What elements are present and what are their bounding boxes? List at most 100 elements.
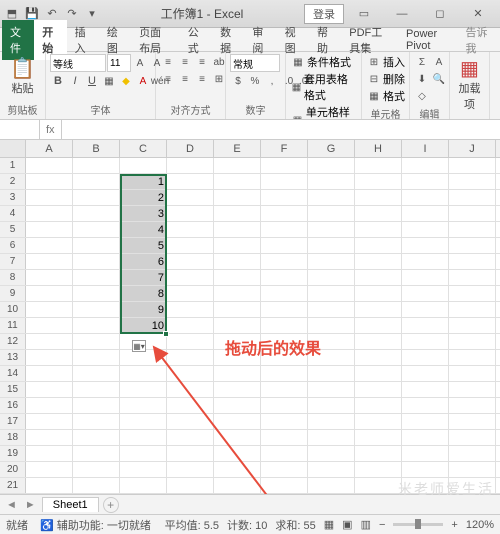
cell[interactable] (26, 446, 73, 461)
cell[interactable] (261, 270, 308, 285)
cell[interactable] (308, 222, 355, 237)
format-cells-button[interactable]: ▦格式 (366, 88, 405, 104)
cell[interactable] (261, 302, 308, 317)
row-header[interactable]: 19 (0, 446, 26, 461)
cell[interactable] (308, 366, 355, 381)
bold-icon[interactable]: B (50, 73, 66, 89)
cell[interactable] (214, 286, 261, 301)
cell[interactable] (449, 254, 496, 269)
cell[interactable] (26, 302, 73, 317)
cell[interactable] (73, 334, 120, 349)
cell[interactable] (261, 334, 308, 349)
italic-icon[interactable]: I (67, 73, 83, 89)
row-header[interactable]: 18 (0, 430, 26, 445)
cell[interactable] (167, 462, 214, 477)
cell[interactable] (73, 190, 120, 205)
cell[interactable] (308, 286, 355, 301)
cell[interactable] (73, 270, 120, 285)
cell[interactable]: 9 (120, 302, 167, 317)
number-format-select[interactable]: 常规 (230, 54, 280, 72)
align-left-icon[interactable]: ≡ (160, 71, 176, 87)
cell[interactable] (355, 414, 402, 429)
cell[interactable] (261, 254, 308, 269)
cell[interactable] (261, 430, 308, 445)
cell[interactable] (449, 414, 496, 429)
cell[interactable] (214, 414, 261, 429)
cell[interactable] (261, 286, 308, 301)
cell[interactable] (26, 366, 73, 381)
cell[interactable] (308, 334, 355, 349)
col-header[interactable]: C (120, 140, 167, 157)
cell[interactable] (214, 158, 261, 173)
cell[interactable] (355, 222, 402, 237)
sheet-nav-prev-icon[interactable]: ◄ (4, 499, 19, 511)
row-header[interactable]: 12 (0, 334, 26, 349)
cell[interactable] (449, 158, 496, 173)
cell[interactable] (214, 430, 261, 445)
cell[interactable] (308, 414, 355, 429)
cell[interactable] (261, 382, 308, 397)
cell[interactable] (26, 398, 73, 413)
cell[interactable] (261, 238, 308, 253)
cell[interactable] (402, 190, 449, 205)
cell[interactable] (402, 286, 449, 301)
add-sheet-icon[interactable]: + (103, 497, 119, 513)
cell[interactable] (449, 206, 496, 221)
format-table-button[interactable]: ▦套用表格格式 (290, 71, 357, 103)
cell[interactable] (402, 206, 449, 221)
cell[interactable] (308, 318, 355, 333)
col-header[interactable]: E (214, 140, 261, 157)
cell[interactable]: 6 (120, 254, 167, 269)
view-normal-icon[interactable]: ▦ (324, 518, 334, 531)
cell[interactable] (120, 414, 167, 429)
cell[interactable] (26, 158, 73, 173)
cell[interactable] (308, 190, 355, 205)
cell[interactable] (120, 366, 167, 381)
cell[interactable] (355, 254, 402, 269)
cell[interactable] (261, 158, 308, 173)
cell[interactable]: 5 (120, 238, 167, 253)
fill-icon[interactable]: ⬇ (414, 71, 430, 87)
cell[interactable] (214, 446, 261, 461)
cell[interactable] (355, 398, 402, 413)
cell[interactable] (449, 190, 496, 205)
cell[interactable] (120, 430, 167, 445)
cell[interactable] (308, 206, 355, 221)
cell[interactable] (167, 350, 214, 365)
paste-button[interactable]: 📋 粘贴 (4, 54, 41, 98)
cell[interactable] (355, 174, 402, 189)
cell[interactable] (449, 430, 496, 445)
row-header[interactable]: 5 (0, 222, 26, 237)
cell[interactable] (73, 414, 120, 429)
percent-icon[interactable]: % (247, 73, 263, 89)
cell[interactable] (402, 174, 449, 189)
cell[interactable] (26, 206, 73, 221)
cell[interactable] (26, 462, 73, 477)
col-header[interactable]: H (355, 140, 402, 157)
cell[interactable] (73, 254, 120, 269)
row-header[interactable]: 2 (0, 174, 26, 189)
cell[interactable] (73, 222, 120, 237)
cell[interactable] (355, 382, 402, 397)
cell[interactable] (73, 398, 120, 413)
cell[interactable] (261, 414, 308, 429)
cell[interactable] (167, 206, 214, 221)
cell[interactable] (120, 478, 167, 493)
cell[interactable] (355, 206, 402, 221)
cell[interactable] (73, 302, 120, 317)
cell[interactable] (26, 382, 73, 397)
cell[interactable]: 1 (120, 174, 167, 189)
cell[interactable] (449, 302, 496, 317)
row-header[interactable]: 4 (0, 206, 26, 221)
cell[interactable] (261, 478, 308, 493)
cell[interactable] (449, 174, 496, 189)
cell[interactable] (449, 334, 496, 349)
cell[interactable] (214, 462, 261, 477)
cell[interactable] (214, 206, 261, 221)
cell[interactable] (214, 302, 261, 317)
cell[interactable] (26, 478, 73, 493)
cell[interactable] (214, 254, 261, 269)
cell[interactable] (120, 158, 167, 173)
cell[interactable] (73, 350, 120, 365)
cell[interactable] (73, 238, 120, 253)
